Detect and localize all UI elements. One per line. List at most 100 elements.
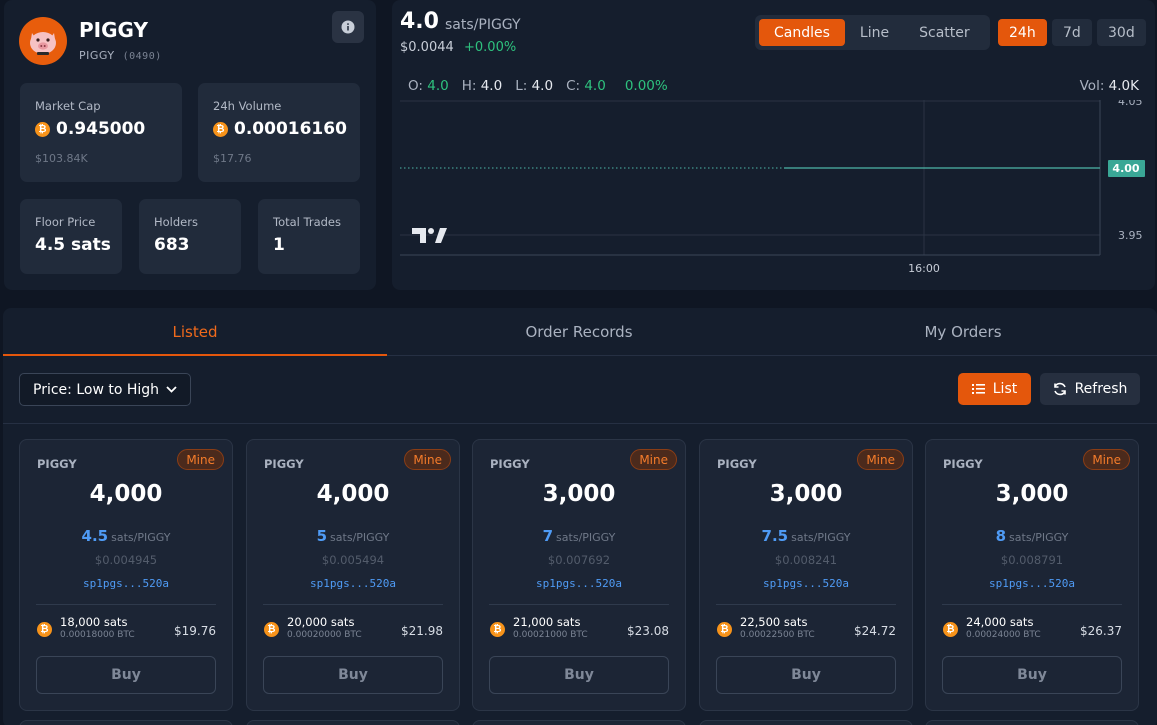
chart-type-scatter[interactable]: Scatter bbox=[904, 19, 985, 46]
listing-total: ₿ 22,500 sats 0.00022500 BTC bbox=[717, 615, 815, 640]
bitcoin-icon: ₿ bbox=[943, 622, 958, 637]
holders-label: Holders bbox=[154, 215, 198, 229]
floor-price-value: 4.5 sats bbox=[35, 235, 111, 255]
listing-usd-price: $0.008241 bbox=[774, 553, 838, 567]
close-value: 4.0 bbox=[584, 78, 606, 94]
low-value: 4.0 bbox=[531, 78, 554, 94]
seller-address-link[interactable]: sp1pgs...520a bbox=[473, 577, 685, 590]
total-btc: 0.00022500 BTC bbox=[740, 630, 815, 640]
timeframe-24h[interactable]: 24h bbox=[998, 19, 1047, 46]
total-usd: $23.08 bbox=[627, 624, 669, 638]
total-usd: $19.76 bbox=[174, 624, 216, 638]
tab-order-records[interactable]: Order Records bbox=[387, 308, 771, 355]
listing-card-partial bbox=[699, 720, 913, 725]
total-sats: 21,000 sats bbox=[513, 615, 581, 629]
mine-badge: Mine bbox=[1083, 449, 1130, 470]
buy-button[interactable]: Buy bbox=[489, 656, 669, 694]
listing-usd-price: $0.004945 bbox=[94, 553, 158, 567]
open-label: O: bbox=[408, 78, 423, 94]
listing-card: PIGGY Mine 3,000 7.5 sats/PIGGY $0.008241 sp1p… bbox=[699, 439, 913, 711]
listing-ticker: PIGGY bbox=[943, 457, 983, 471]
floor-price-label: Floor Price bbox=[35, 215, 96, 229]
volume-readout: Vol: 4.0K bbox=[1080, 78, 1139, 94]
listing-ticker: PIGGY bbox=[264, 457, 304, 471]
floor-price-card: Floor Price 4.5 sats bbox=[20, 199, 122, 274]
listing-card: PIGGY Mine 3,000 8 sats/PIGGY $0.008791 sp1pgs… bbox=[925, 439, 1139, 711]
listing-price: 4.5 bbox=[81, 527, 109, 545]
listing-price-unit: sats/PIGGY bbox=[111, 531, 171, 544]
market-cap-card: Market Cap ₿ 0.945000 $103.84K bbox=[20, 83, 182, 182]
listing-unit-price: 5 sats/PIGGY bbox=[247, 527, 459, 545]
seller-address-link[interactable]: sp1pgs...520a bbox=[20, 577, 232, 590]
bitcoin-icon: ₿ bbox=[264, 622, 279, 637]
mine-badge: Mine bbox=[857, 449, 904, 470]
chart-type-switch: Candles Line Scatter bbox=[755, 15, 990, 50]
listing-amount: 3,000 bbox=[995, 481, 1069, 507]
market-cap-usd: $103.84K bbox=[35, 152, 88, 165]
buy-button[interactable]: Buy bbox=[36, 656, 216, 694]
listing-ticker: PIGGY bbox=[490, 457, 530, 471]
listing-price-unit: sats/PIGGY bbox=[556, 531, 616, 544]
total-usd: $24.72 bbox=[854, 624, 896, 638]
chart-type-candles[interactable]: Candles bbox=[759, 19, 845, 46]
mine-badge: Mine bbox=[404, 449, 451, 470]
list-icon bbox=[971, 384, 985, 394]
bitcoin-icon: ₿ bbox=[490, 622, 505, 637]
open-value: 4.0 bbox=[427, 78, 449, 94]
volume-card: 24h Volume ₿ 0.00016160 $17.76 bbox=[198, 83, 360, 182]
listing-amount: 4,000 bbox=[316, 481, 390, 507]
timeframe-7d[interactable]: 7d bbox=[1052, 19, 1092, 46]
listing-amount: 3,000 bbox=[542, 481, 616, 507]
bitcoin-icon: ₿ bbox=[717, 622, 732, 637]
seller-address-link[interactable]: sp1pgs...520a bbox=[700, 577, 912, 590]
chart-type-line[interactable]: Line bbox=[845, 19, 904, 46]
token-name: PIGGY bbox=[79, 18, 148, 42]
listing-card-partial bbox=[246, 720, 460, 725]
info-button[interactable] bbox=[332, 11, 364, 43]
mine-badge: Mine bbox=[177, 449, 224, 470]
listing-total: ₿ 20,000 sats 0.00020000 BTC bbox=[264, 615, 362, 640]
high-label: H: bbox=[461, 78, 477, 94]
y-tick-label: 3.95 bbox=[1118, 229, 1143, 242]
listing-card-partial bbox=[19, 720, 233, 725]
timeframe-30d[interactable]: 30d bbox=[1097, 19, 1146, 46]
total-sats: 22,500 sats bbox=[740, 615, 808, 629]
sort-select-value: Price: Low to High bbox=[33, 381, 160, 398]
refresh-button[interactable]: Refresh bbox=[1040, 373, 1140, 405]
volume-value: ₿ 0.00016160 bbox=[213, 119, 347, 139]
sort-select[interactable]: Price: Low to High bbox=[19, 373, 191, 406]
listing-usd-price: $0.007692 bbox=[547, 553, 611, 567]
card-divider bbox=[36, 604, 216, 605]
buy-button[interactable]: Buy bbox=[263, 656, 443, 694]
price-usd: $0.0044 bbox=[400, 40, 454, 55]
listing-ticker: PIGGY bbox=[37, 457, 77, 471]
list-button-label: List bbox=[992, 381, 1018, 397]
tab-my-orders[interactable]: My Orders bbox=[771, 308, 1155, 355]
listing-price: 7 bbox=[542, 527, 554, 545]
total-trades-card: Total Trades 1 bbox=[258, 199, 360, 274]
info-icon bbox=[341, 20, 355, 34]
card-divider bbox=[489, 604, 669, 605]
ohlc-change: 0.00% bbox=[624, 78, 668, 94]
seller-address-link[interactable]: sp1pgs...520a bbox=[247, 577, 459, 590]
listing-unit-price: 7 sats/PIGGY bbox=[473, 527, 685, 545]
list-button[interactable]: List bbox=[958, 373, 1031, 405]
listing-price-unit: sats/PIGGY bbox=[791, 531, 851, 544]
price-chart[interactable]: 4.05 3.95 4.00 16:00 bbox=[400, 100, 1145, 282]
tab-listed[interactable]: Listed bbox=[3, 308, 387, 356]
total-btc: 0.00018000 BTC bbox=[60, 630, 135, 640]
total-sats: 24,000 sats bbox=[966, 615, 1034, 629]
total-usd: $26.37 bbox=[1080, 624, 1122, 638]
listing-card: PIGGY Mine 4,000 4.5 sats/PIGGY $0.004945 sp1p… bbox=[19, 439, 233, 711]
listing-price-unit: sats/PIGGY bbox=[1009, 531, 1069, 544]
total-btc: 0.00024000 BTC bbox=[966, 630, 1041, 640]
buy-button[interactable]: Buy bbox=[942, 656, 1122, 694]
listing-amount: 3,000 bbox=[769, 481, 843, 507]
x-tick-label: 16:00 bbox=[908, 262, 940, 275]
buy-button[interactable]: Buy bbox=[716, 656, 896, 694]
close-label: C: bbox=[566, 78, 581, 94]
price-unit: sats/PIGGY bbox=[445, 17, 521, 33]
ohlc-readout: O: 4.0 H: 4.0 L: 4.0 C: 4.0 0.00% bbox=[408, 78, 668, 94]
seller-address-link[interactable]: sp1pgs...520a bbox=[926, 577, 1138, 590]
market-tabs: Listed Order Records My Orders bbox=[3, 308, 1157, 356]
